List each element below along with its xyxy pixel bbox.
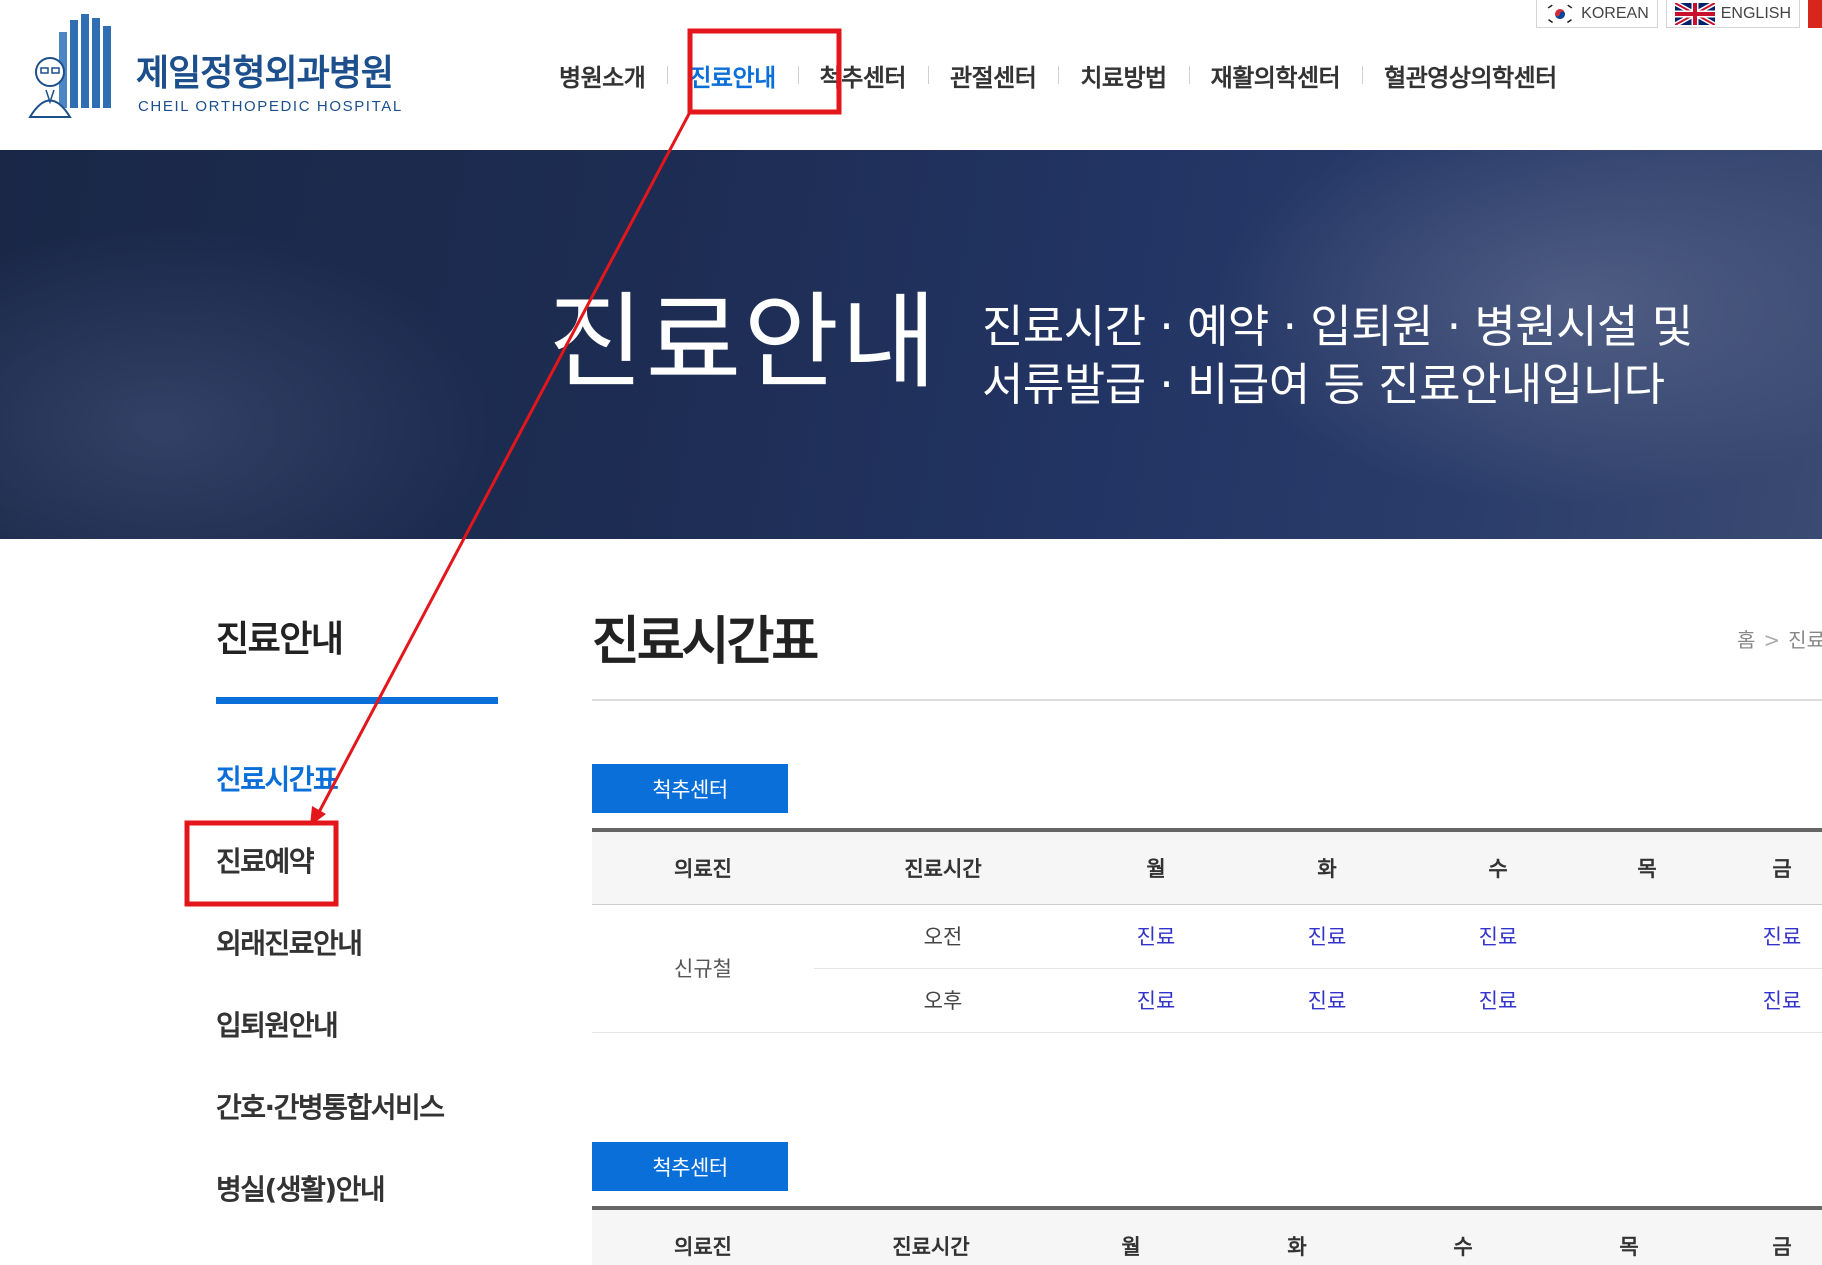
- language-english-label: ENGLISH: [1720, 4, 1791, 22]
- sidebar-title: 진료안내: [216, 619, 344, 660]
- page-title: 진료시간표: [592, 612, 819, 672]
- col-header-mon: 월: [1072, 832, 1240, 905]
- col-header-wed: 수: [1380, 1210, 1546, 1265]
- sidebar-item-ward-guide[interactable]: 병실(생활)안내: [216, 1170, 443, 1252]
- hospital-logo[interactable]: 제일정형외과병원 CHEIL ORTHOPEDIC HOSPITAL: [26, 12, 406, 122]
- sidebar-item-admission[interactable]: 입퇴원안내: [216, 1006, 443, 1088]
- hero-banner: 진료안내 진료시간 · 예약 · 입퇴원 · 병원시설 및 서류발급 · 비급여…: [0, 150, 1822, 539]
- col-header-wed: 수: [1414, 832, 1582, 905]
- col-header-doctor: 의료진: [592, 832, 814, 905]
- nav-vascular-imaging-center[interactable]: 혈관영상의학센터: [1362, 58, 1579, 93]
- site-header: 제일정형외과병원 CHEIL ORTHOPEDIC HOSPITAL KOREA…: [0, 0, 1822, 150]
- main-navigation: 병원소개 진료안내 척추센터 관절센터 치료방법 재활의학센터 혈관영상의학센터: [537, 50, 1579, 100]
- schedule-cell: 진료: [1240, 968, 1414, 1033]
- col-header-thu: 목: [1582, 832, 1712, 905]
- schedule-cell: 진료: [1240, 904, 1414, 969]
- uk-flag-icon: [1674, 2, 1715, 25]
- schedule-cell: 진료: [1072, 968, 1240, 1033]
- time-slot: 오전: [814, 904, 1072, 969]
- banner-subtitle-line2: 서류발급 · 비급여 등 진료안내입니다: [982, 358, 1665, 411]
- sidebar-item-integrated-care[interactable]: 간호·간병통합서비스: [216, 1088, 445, 1170]
- korea-flag-icon: [1545, 2, 1576, 25]
- schedule-cell: 진료: [1414, 968, 1582, 1033]
- col-header-thu: 목: [1546, 1210, 1712, 1265]
- nav-hospital-intro[interactable]: 병원소개: [537, 58, 667, 93]
- col-header-tue: 화: [1240, 832, 1414, 905]
- col-header-tue: 화: [1214, 1210, 1380, 1265]
- col-header-time: 진료시간: [814, 832, 1072, 905]
- language-english-button[interactable]: ENGLISH: [1665, 0, 1800, 28]
- doctor-name: 신규철: [592, 904, 814, 1033]
- nav-treatment-guide[interactable]: 진료안내: [667, 58, 797, 93]
- banner-title: 진료안내: [548, 281, 939, 403]
- nav-joint-center[interactable]: 관절센터: [927, 58, 1058, 93]
- banner-subtitle: 진료시간 · 예약 · 입퇴원 · 병원시설 및 서류발급 · 비급여 등 진료…: [982, 298, 1693, 414]
- schedule-cell: 진료: [1414, 904, 1582, 969]
- building-logo-icon: [28, 14, 111, 118]
- nav-spine-center[interactable]: 척추센터: [797, 58, 928, 93]
- col-header-fri: 금: [1712, 1210, 1822, 1265]
- language-korean-label: KOREAN: [1581, 4, 1649, 22]
- col-header-time: 진료시간: [814, 1210, 1048, 1265]
- table-header-row: 의료진 진료시간 월 화 수 목 금: [592, 832, 1822, 905]
- breadcrumb: 홈 > 진료: [1737, 624, 1822, 653]
- schedule-cell: 진료: [1072, 904, 1240, 969]
- logo-english-name: CHEIL ORTHOPEDIC HOSPITAL: [138, 98, 403, 115]
- schedule-table-1: 의료진 진료시간 월 화 수 목 금 신규철 오전 진료 진료 진료 진료 오후: [592, 828, 1822, 1033]
- nav-treatment-methods[interactable]: 치료방법: [1058, 58, 1188, 93]
- schedule-cell: [1582, 904, 1712, 969]
- title-divider: [592, 699, 1822, 701]
- language-other-button[interactable]: [1808, 0, 1822, 28]
- chevron-right-icon: >: [1763, 628, 1781, 652]
- sidebar-title-underline: [216, 697, 498, 704]
- col-header-doctor: 의료진: [592, 1210, 814, 1265]
- col-header-mon: 월: [1048, 1210, 1214, 1265]
- table-header-row: 의료진 진료시간 월 화 수 목 금: [592, 1210, 1822, 1265]
- nav-rehab-center[interactable]: 재활의학센터: [1188, 58, 1362, 93]
- section-tag-spine-1: 척추센터: [592, 764, 788, 813]
- sidebar-item-reservation[interactable]: 진료예약: [216, 842, 443, 924]
- breadcrumb-current[interactable]: 진료: [1788, 628, 1822, 652]
- sidebar-item-schedule[interactable]: 진료시간표: [216, 760, 443, 842]
- col-header-fri: 금: [1712, 832, 1822, 905]
- banner-subtitle-line1: 진료시간 · 예약 · 입퇴원 · 병원시설 및: [982, 300, 1693, 353]
- sidebar-menu: 진료시간표 진료예약 외래진료안내 입퇴원안내 간호·간병통합서비스 병실(생활…: [216, 760, 445, 1252]
- schedule-table-2: 의료진 진료시간 월 화 수 목 금: [592, 1206, 1822, 1265]
- table-row: 신규철 오전 진료 진료 진료 진료: [592, 904, 1822, 1033]
- section-tag-spine-2: 척추센터: [592, 1142, 788, 1191]
- schedule-cell: 진료: [1712, 904, 1822, 969]
- sidebar-item-outpatient[interactable]: 외래진료안내: [216, 924, 443, 1006]
- time-slot: 오후: [814, 968, 1072, 1033]
- banner-photo-shadow: [0, 210, 520, 539]
- logo-korean-name: 제일정형외과병원: [136, 53, 394, 94]
- schedule-cell: 진료: [1712, 968, 1822, 1033]
- schedule-cell: [1582, 968, 1712, 1033]
- language-korean-button[interactable]: KOREAN: [1536, 0, 1658, 28]
- language-selector: KOREAN ENGLISH: [1536, 0, 1822, 28]
- breadcrumb-home[interactable]: 홈: [1737, 628, 1755, 652]
